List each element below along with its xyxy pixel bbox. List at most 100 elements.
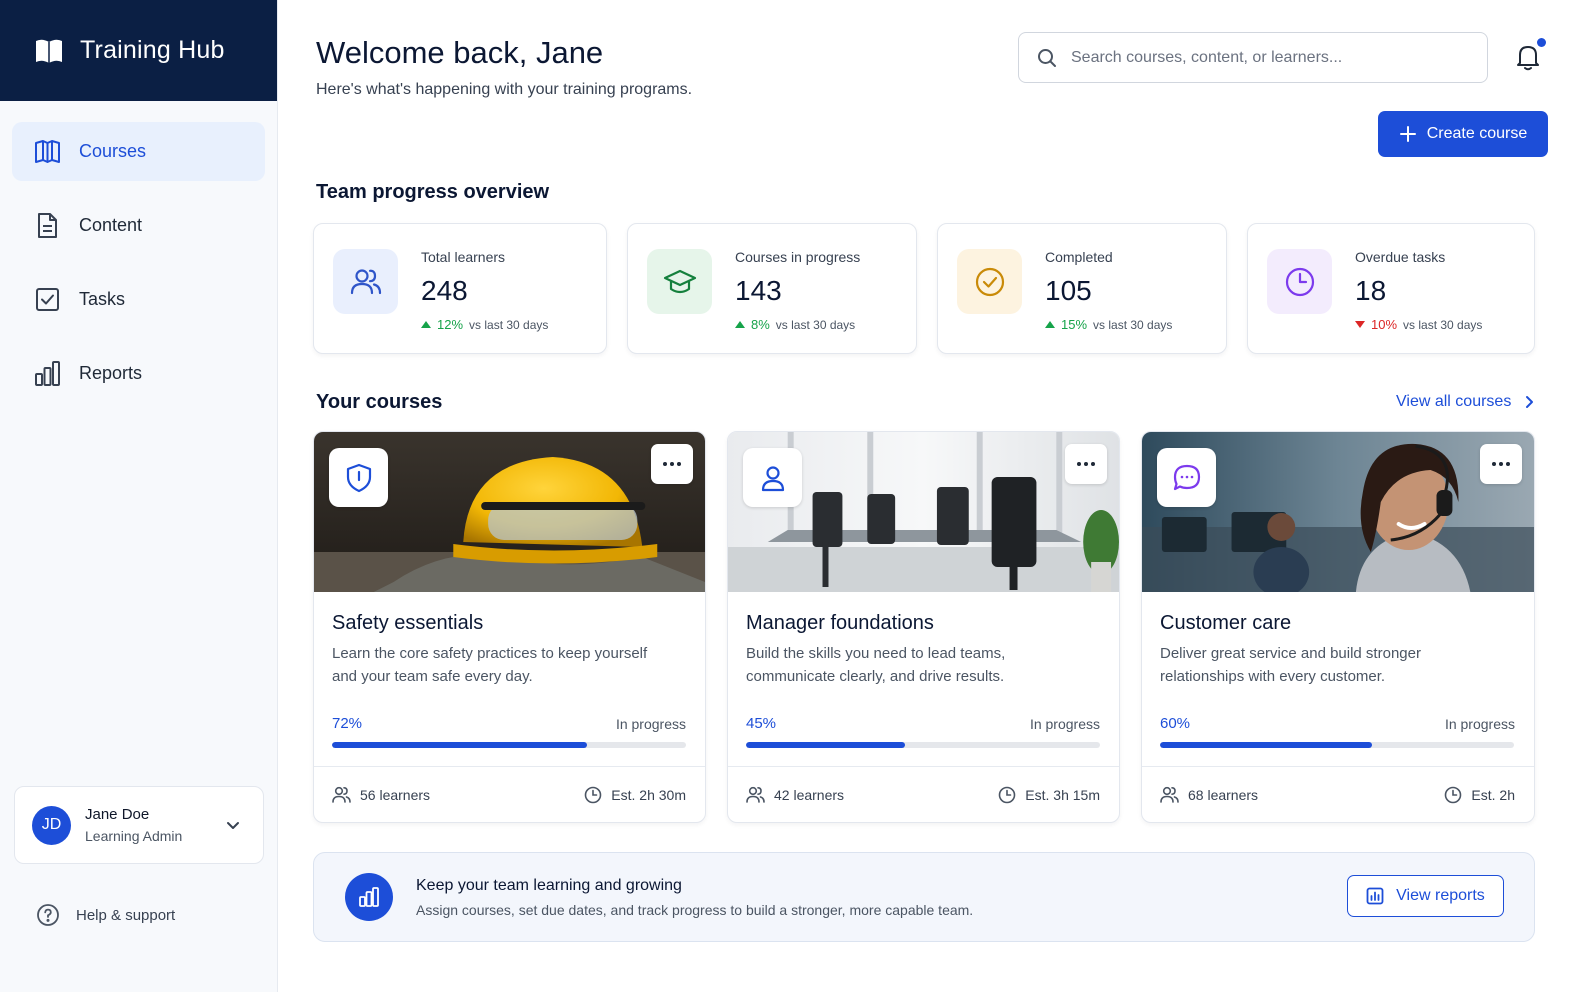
stat-label: Courses in progress bbox=[735, 249, 861, 265]
view-reports-button[interactable]: View reports bbox=[1347, 875, 1504, 917]
user-role: Learning Admin bbox=[85, 828, 183, 844]
course-status: In progress bbox=[1444, 716, 1515, 732]
page-subtitle: Here's what's happening with your traini… bbox=[316, 81, 693, 98]
course-card-safety-essentials[interactable]: Safety essentials Learn the core safety … bbox=[313, 431, 706, 823]
course-title: Manager foundations bbox=[746, 612, 934, 634]
overview-title: Team progress overview bbox=[316, 181, 550, 203]
course-title: Safety essentials bbox=[332, 612, 484, 634]
user-info: Jane Doe Learning Admin bbox=[85, 806, 182, 844]
plus-icon bbox=[1399, 126, 1416, 142]
course-footer: 56 learners Est. 2h 30m bbox=[314, 766, 705, 822]
estimated-duration-label: Est. 3h 15m bbox=[1025, 787, 1100, 803]
stat-label: Overdue tasks bbox=[1355, 249, 1446, 265]
chevron-down-icon[interactable] bbox=[225, 817, 241, 833]
stat-icon-box bbox=[957, 249, 1022, 314]
progress-bar bbox=[332, 742, 686, 748]
stat-icon-box bbox=[333, 249, 398, 314]
learner-count-label: 68 learners bbox=[1188, 786, 1259, 803]
bar-chart-icon bbox=[359, 887, 379, 907]
stat-trend: 15% vs last 30 days bbox=[1045, 317, 1172, 332]
course-footer: 68 learners Est. 2h bbox=[1142, 766, 1534, 822]
view-all-courses-link[interactable]: View all courses bbox=[1396, 393, 1535, 411]
estimated-duration-label: Est. 2h bbox=[1471, 787, 1515, 803]
users-icon bbox=[1160, 786, 1179, 803]
more-options-button[interactable] bbox=[651, 444, 693, 484]
course-badge bbox=[743, 448, 802, 507]
clock-icon bbox=[584, 786, 602, 804]
book-logo-icon bbox=[36, 39, 62, 63]
user-name: Jane Doe bbox=[85, 806, 150, 823]
trend-comparison: vs last 30 days bbox=[469, 317, 549, 332]
sidebar-item-label: Courses bbox=[79, 141, 147, 161]
trend-percent: 12% bbox=[437, 317, 464, 332]
sidebar-item-reports[interactable]: Reports bbox=[12, 344, 265, 403]
clock-icon bbox=[1285, 267, 1314, 296]
course-card-manager-foundations[interactable]: Manager foundations Build the skills you… bbox=[727, 431, 1120, 823]
course-description: Deliver great service and build stronger… bbox=[1160, 645, 1421, 685]
app-name: Training Hub bbox=[80, 36, 225, 64]
notification-dot bbox=[1537, 38, 1546, 47]
clock-icon bbox=[998, 786, 1016, 804]
trend-percent: 15% bbox=[1061, 317, 1088, 332]
learner-count: 56 learners bbox=[332, 786, 430, 803]
stat-trend: 12% vs last 30 days bbox=[421, 317, 548, 332]
sidebar-item-label: Content bbox=[79, 215, 143, 235]
users-icon bbox=[350, 268, 381, 294]
search-input[interactable] bbox=[1071, 48, 1471, 67]
stat-label: Completed bbox=[1045, 249, 1113, 265]
sidebar-item-tasks[interactable]: Tasks bbox=[12, 270, 265, 329]
progress-bar bbox=[746, 742, 1100, 748]
sidebar-nav: Courses Content Tasks Reports bbox=[0, 101, 277, 403]
courses-title: Your courses bbox=[316, 391, 443, 413]
stat-icon-box bbox=[1267, 249, 1332, 314]
main-content: Welcome back, Jane Here's what's happeni… bbox=[278, 0, 1586, 992]
progress-fill bbox=[332, 742, 587, 748]
trend-comparison: vs last 30 days bbox=[1093, 317, 1173, 332]
learner-count: 68 learners bbox=[1160, 786, 1258, 803]
stat-trend: 8% vs last 30 days bbox=[735, 317, 855, 332]
help-support-link[interactable]: Help & support bbox=[36, 903, 175, 927]
course-progress-percent: 45% bbox=[746, 715, 777, 732]
sidebar-item-courses[interactable]: Courses bbox=[12, 122, 265, 181]
trend-up-icon bbox=[421, 321, 431, 328]
stat-label: Total learners bbox=[421, 249, 506, 265]
bell-icon[interactable] bbox=[1515, 43, 1541, 71]
stat-card-completed: Completed 105 15% vs last 30 days bbox=[937, 223, 1227, 354]
stat-card-total-learners: Total learners 248 12% vs last 30 days bbox=[313, 223, 607, 354]
users-icon bbox=[332, 786, 351, 803]
trend-comparison: vs last 30 days bbox=[1403, 317, 1483, 332]
course-badge bbox=[329, 448, 388, 507]
check-circle-icon bbox=[975, 267, 1004, 296]
create-course-label: Create course bbox=[1426, 125, 1528, 142]
banner-icon-circle bbox=[345, 873, 393, 921]
trend-down-icon bbox=[1355, 321, 1365, 328]
more-horizontal-icon bbox=[1492, 462, 1510, 466]
learner-count-label: 56 learners bbox=[360, 786, 431, 803]
user-menu[interactable]: JD Jane Doe Learning Admin bbox=[14, 786, 264, 864]
estimated-duration: Est. 2h 30m bbox=[584, 786, 686, 804]
sidebar-item-label: Tasks bbox=[79, 289, 126, 309]
more-horizontal-icon bbox=[1077, 462, 1095, 466]
reports-banner: Keep your team learning and growing Assi… bbox=[313, 852, 1535, 942]
progress-bar bbox=[1160, 742, 1514, 748]
help-circle-icon bbox=[37, 904, 59, 926]
brand-header[interactable]: Training Hub bbox=[0, 0, 277, 101]
learner-count: 42 learners bbox=[746, 786, 844, 803]
trend-up-icon bbox=[1045, 321, 1055, 328]
stat-value: 105 bbox=[1045, 275, 1092, 306]
estimated-duration: Est. 2h bbox=[1444, 786, 1515, 804]
more-options-button[interactable] bbox=[1065, 444, 1107, 484]
shield-icon bbox=[346, 463, 371, 492]
trend-percent: 8% bbox=[751, 317, 770, 332]
more-options-button[interactable] bbox=[1480, 444, 1522, 484]
search-icon bbox=[1038, 48, 1056, 67]
search-box[interactable] bbox=[1018, 32, 1488, 83]
stat-value: 248 bbox=[421, 275, 468, 306]
course-title: Customer care bbox=[1160, 612, 1292, 634]
course-description: Build the skills you need to lead teams,… bbox=[746, 645, 1006, 685]
course-card-customer-care[interactable]: Customer care Deliver great service and … bbox=[1141, 431, 1535, 823]
course-footer: 42 learners Est. 3h 15m bbox=[728, 766, 1119, 822]
checkbox-icon bbox=[36, 288, 59, 311]
sidebar-item-content[interactable]: Content bbox=[12, 196, 265, 255]
create-course-button[interactable]: Create course bbox=[1378, 111, 1548, 157]
